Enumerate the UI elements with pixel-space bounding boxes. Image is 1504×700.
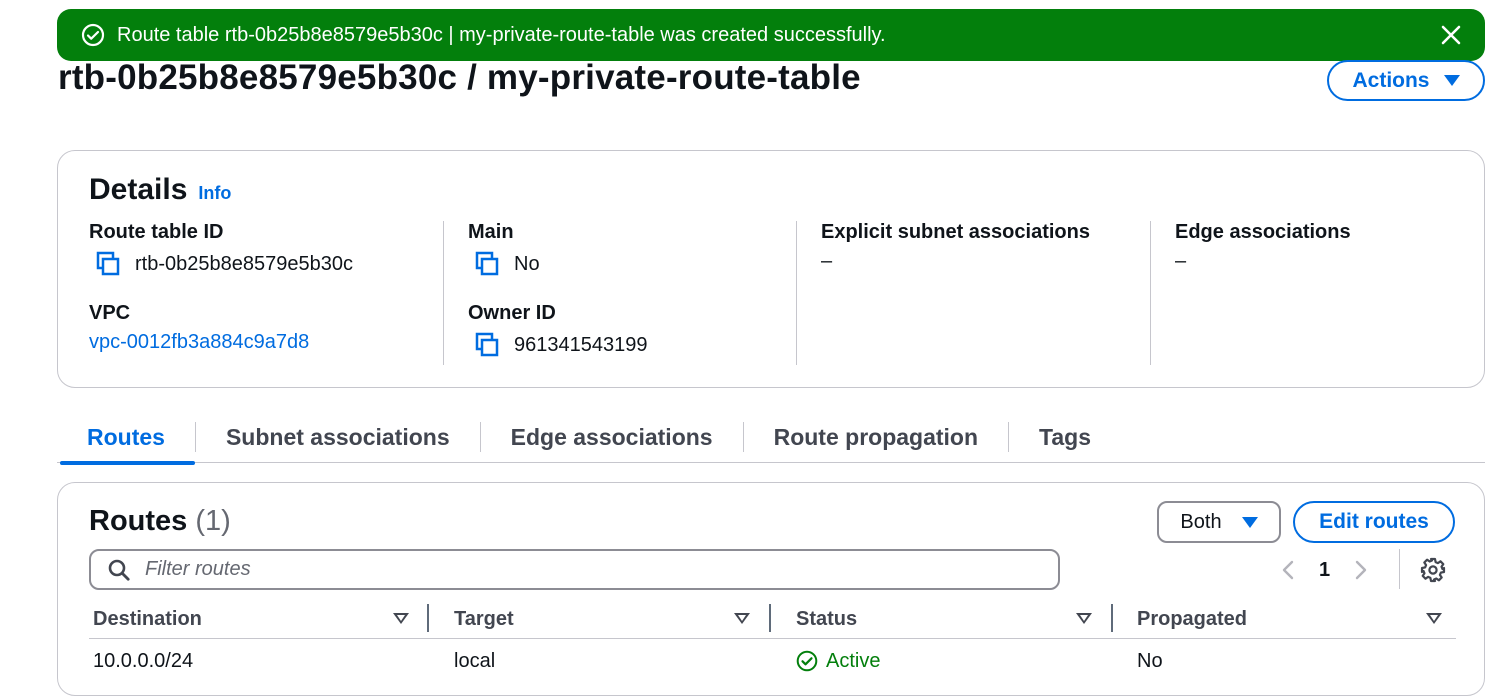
column-header-label: Status [796, 607, 858, 630]
owner-id-field: 961341543199 [468, 331, 647, 359]
column-header-destination[interactable]: Destination [93, 599, 202, 639]
status-success-icon [796, 650, 818, 672]
pagination: 1 [1277, 555, 1372, 585]
edge-associations-label: Edge associations [1175, 221, 1351, 243]
details-column-3: Explicit subnet associations – [796, 221, 1126, 365]
gear-icon[interactable] [1420, 557, 1446, 583]
main-value: No [514, 252, 540, 275]
sort-icon[interactable] [732, 599, 752, 639]
details-column-2: Main No Owner ID 961341543199 [443, 221, 773, 365]
routes-count: (1) [195, 505, 231, 537]
close-icon[interactable] [1437, 21, 1465, 49]
route-status-label: Active [826, 649, 881, 672]
main-field: No [468, 250, 647, 278]
column-divider [769, 604, 771, 632]
route-table-id-label: Route table ID [89, 221, 224, 243]
route-status: Active [796, 639, 880, 683]
routes-container: Routes (1) Both Edit routes 1 Destinatio… [57, 482, 1485, 696]
search-icon [107, 558, 131, 582]
route-destination: 10.0.0.0/24 [93, 649, 194, 672]
owner-id-label: Owner ID [468, 302, 556, 324]
main-label: Main [468, 221, 514, 243]
route-table-id-field: rtb-0b25b8e8579e5b30c [89, 250, 353, 278]
info-link[interactable]: Info [198, 183, 231, 204]
page-number[interactable]: 1 [1319, 559, 1330, 582]
vpc-label: VPC [89, 302, 131, 324]
vpc-link[interactable]: vpc-0012fb3a884c9a7d8 [89, 331, 309, 354]
chevron-left-icon[interactable] [1277, 558, 1301, 582]
caret-down-icon [1443, 75, 1460, 86]
details-heading: Details [89, 173, 188, 206]
details-column-1: Route table ID rtb-0b25b8e8579e5b30c VPC… [89, 221, 419, 365]
sort-icon[interactable] [391, 599, 411, 639]
tab-route-propagation[interactable]: Route propagation [744, 412, 1008, 463]
column-header-label: Destination [93, 607, 202, 630]
route-target: local [454, 649, 496, 672]
routes-table-header: Destination Target Status Propagated [89, 599, 1456, 639]
table-row: 10.0.0.0/24 local Active No [89, 639, 1456, 683]
copy-icon[interactable] [472, 331, 500, 359]
tab-tags[interactable]: Tags [1009, 412, 1121, 463]
route-type-select[interactable]: Both [1157, 501, 1281, 543]
copy-icon[interactable] [472, 250, 500, 278]
filter-routes-field[interactable] [89, 549, 1060, 590]
explicit-subnet-associations-label: Explicit subnet associations [821, 221, 1090, 243]
tab-edge-associations[interactable]: Edge associations [481, 412, 743, 463]
success-flash-banner: Route table rtb-0b25b8e8579e5b30c | my-p… [57, 9, 1485, 61]
copy-icon[interactable] [93, 250, 121, 278]
tab-subnet-associations[interactable]: Subnet associations [196, 412, 480, 463]
sort-icon[interactable] [1424, 599, 1444, 639]
details-container: Details Info Route table ID rtb-0b25b8e8… [57, 150, 1485, 388]
column-divider [427, 604, 429, 632]
column-header-propagated[interactable]: Propagated [1137, 599, 1247, 639]
vpc-field: vpc-0012fb3a884c9a7d8 [89, 331, 353, 354]
routes-heading-label: Routes [89, 505, 188, 537]
flash-message: Route table rtb-0b25b8e8579e5b30c | my-p… [117, 23, 886, 46]
column-header-target[interactable]: Target [454, 599, 514, 639]
actions-button[interactable]: Actions [1327, 60, 1485, 101]
column-header-status[interactable]: Status [796, 599, 857, 639]
route-table-id-value: rtb-0b25b8e8579e5b30c [135, 252, 353, 275]
route-type-select-value: Both [1180, 510, 1222, 533]
edit-routes-button[interactable]: Edit routes [1293, 501, 1455, 543]
route-propagated: No [1137, 649, 1163, 672]
pagination-divider [1399, 549, 1400, 589]
sort-icon[interactable] [1074, 599, 1094, 639]
routes-heading: Routes (1) [89, 505, 231, 538]
edge-associations-value: – [1175, 250, 1187, 272]
column-header-label: Propagated [1137, 607, 1248, 630]
actions-button-label: Actions [1352, 68, 1430, 92]
column-divider [1111, 604, 1113, 632]
filter-routes-input[interactable] [145, 558, 945, 581]
chevron-right-icon[interactable] [1348, 558, 1372, 582]
explicit-subnet-associations-value: – [821, 250, 833, 272]
tab-bar: Routes Subnet associations Edge associat… [57, 412, 1485, 465]
column-header-label: Target [454, 607, 514, 630]
owner-id-value: 961341543199 [514, 333, 648, 356]
details-header: Details Info [89, 173, 231, 207]
details-column-4: Edge associations – [1150, 221, 1480, 365]
page-title: rtb-0b25b8e8579e5b30c / my-private-route… [58, 58, 861, 97]
caret-down-icon [1241, 516, 1258, 528]
success-check-icon [81, 23, 105, 47]
tab-routes[interactable]: Routes [57, 412, 195, 465]
